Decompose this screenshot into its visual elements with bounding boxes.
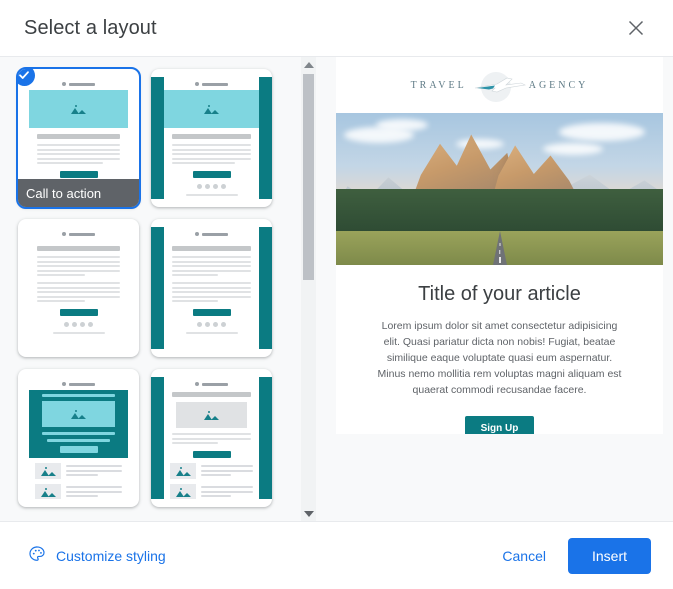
image-placeholder-icon: [204, 104, 219, 114]
thumbnail-page: [151, 227, 272, 349]
layout-thumbnail-panel: Call to action: [0, 57, 326, 521]
thumb-text-block: [29, 128, 128, 178]
image-placeholder-icon: [71, 104, 86, 114]
email-preview-card: TRAVEL AGENCY Title of your article Lore…: [336, 57, 663, 434]
airplane-icon: [467, 70, 529, 102]
preview-brand-header: TRAVEL AGENCY: [336, 57, 663, 113]
image-placeholder-icon: [175, 466, 191, 476]
preview-article-title: Title of your article: [418, 283, 581, 305]
thumb-social-dots: [172, 184, 251, 189]
preview-article-body: Title of your article Lorem ipsum dolor …: [336, 265, 663, 434]
selected-layout-label: Call to action: [18, 179, 139, 207]
thumb-cta-button: [59, 446, 98, 453]
thumb-logo-dot: [62, 82, 66, 86]
thumb-cta-button: [192, 171, 231, 178]
dialog-footer: Customize styling Cancel Insert: [0, 521, 673, 589]
thumb-inner-page: [164, 77, 259, 199]
scrollbar-track[interactable]: [301, 72, 316, 506]
brand-text-left: TRAVEL: [410, 79, 467, 91]
scroll-down-arrow-icon[interactable]: [301, 506, 316, 521]
thumb-list-item: [35, 463, 122, 479]
preview-article-text: Lorem ipsum dolor sit amet consectetur a…: [377, 320, 622, 396]
footer-actions: Cancel Insert: [488, 537, 651, 574]
thumbnail-page: [151, 377, 272, 499]
thumb-brand-row: [29, 77, 128, 90]
thumb-social-dots: [37, 322, 120, 327]
scrollbar-thumb[interactable]: [303, 74, 314, 280]
thumb-cta-button: [192, 309, 231, 316]
layout-grid: Call to action: [16, 67, 308, 507]
thumb-side-rail-right: [259, 377, 272, 499]
image-placeholder-icon: [204, 410, 219, 420]
insert-button[interactable]: Insert: [567, 537, 651, 574]
thumb-side-rail-right: [259, 77, 272, 199]
page-title: Select a layout: [24, 16, 157, 39]
layout-scroll-region[interactable]: Call to action: [0, 57, 310, 521]
thumb-brand-bar: [69, 82, 95, 86]
thumbnail-page: [151, 77, 272, 199]
thumb-side-rail-left: [151, 377, 164, 499]
thumb-list-item: [170, 484, 253, 499]
layout-thumbnail-call-to-action-rails[interactable]: [151, 69, 272, 207]
thumbnail-page: [29, 227, 128, 349]
palette-icon: [28, 545, 46, 566]
thumb-hero-image: [29, 90, 128, 128]
thumb-list-item: [170, 463, 253, 479]
preview-signup-button[interactable]: Sign Up: [464, 416, 535, 434]
thumb-side-rail-left: [151, 77, 164, 199]
cancel-button[interactable]: Cancel: [488, 539, 560, 573]
layout-thumbnail-highlight-list[interactable]: [18, 369, 139, 507]
brand-text-right: AGENCY: [528, 79, 589, 91]
layout-thumbnail-highlight-list-rails[interactable]: [151, 369, 272, 507]
image-placeholder-icon: [175, 487, 191, 497]
layout-thumbnail-text-only[interactable]: [18, 219, 139, 357]
thumb-side-rail-right: [259, 227, 272, 349]
dialog-body: Call to action TRAVEL AGENCY Title of yo…: [0, 57, 673, 521]
scroll-up-arrow-icon[interactable]: [301, 57, 316, 72]
layout-thumbnail-text-only-rails[interactable]: [151, 219, 272, 357]
customize-styling-button[interactable]: Customize styling: [28, 545, 166, 566]
thumb-hero-block: [29, 390, 128, 458]
close-icon[interactable]: [621, 13, 651, 43]
select-layout-dialog: Select a layout Call to action TRAVEL AG…: [0, 0, 673, 589]
image-placeholder-icon: [71, 409, 86, 419]
thumbnail-page: [29, 377, 128, 499]
preview-hero-photo: [336, 113, 663, 265]
image-placeholder-icon: [40, 466, 56, 476]
thumb-social-dots: [172, 322, 251, 327]
thumb-side-rail-left: [151, 227, 164, 349]
thumb-hero-image: [164, 90, 259, 128]
layout-list-scrollbar[interactable]: [301, 57, 316, 521]
thumb-cta-button: [59, 309, 98, 316]
customize-styling-label: Customize styling: [56, 547, 166, 564]
layout-thumbnail-call-to-action[interactable]: Call to action: [16, 67, 141, 209]
layout-preview-panel: TRAVEL AGENCY Title of your article Lore…: [326, 57, 673, 521]
image-placeholder-icon: [40, 487, 56, 497]
thumb-list-item: [35, 484, 122, 499]
thumb-cta-button: [59, 171, 98, 178]
thumb-cta-button: [192, 451, 231, 458]
dialog-header: Select a layout: [0, 0, 673, 57]
